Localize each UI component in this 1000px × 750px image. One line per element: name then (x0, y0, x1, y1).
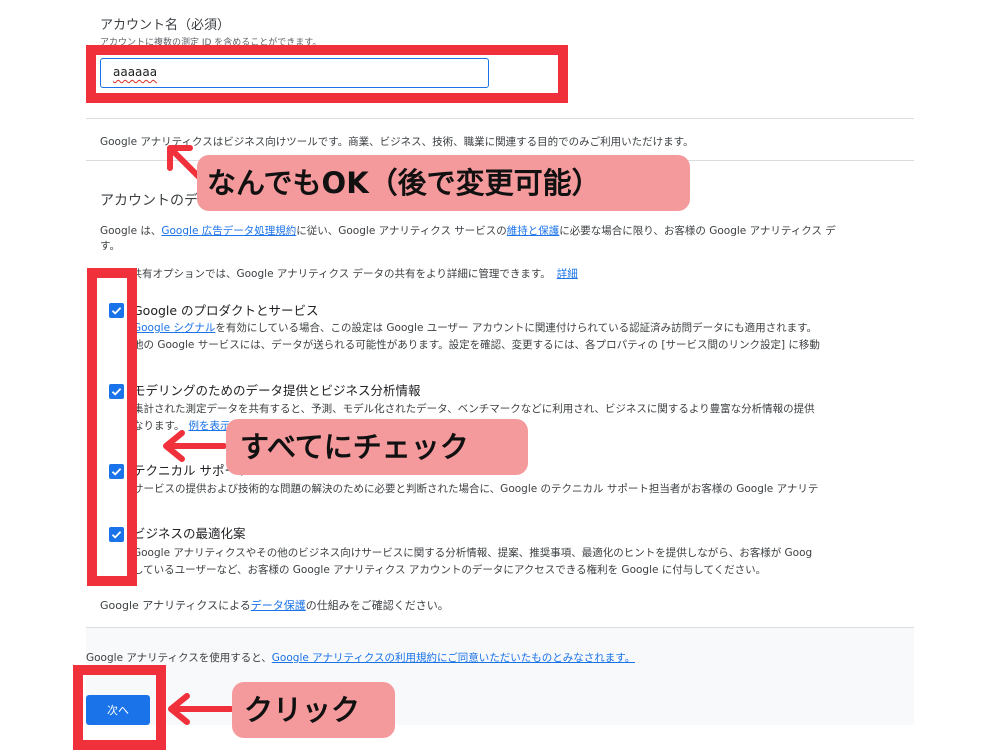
item-desc-google-products: Google シグナルを有効にしている場合、この設定は Google ユーザー … (133, 322, 818, 334)
item-desc2-google-products: 他の Google サービスには、データが送られる可能性があります。設定を確認、… (133, 339, 820, 351)
details-link[interactable]: 詳細 (557, 268, 578, 280)
highlight-next-button (73, 665, 166, 750)
sharing-intro: Google は、Google 広告データ処理規約に従い、Google アナリテ… (100, 225, 836, 237)
data-protection-text: Google アナリティクスによるデータ保護の仕組みをご確認ください。 (100, 599, 449, 612)
callout-name-anything: なんでもOK（後で変更可能） (197, 155, 690, 211)
sharing-intro-line2: す。 (100, 240, 120, 252)
ads-data-terms-link[interactable]: Google 広告データ処理規約 (161, 225, 296, 237)
item-desc-technical-support: サービスの提供および技術的な問題の解決のために必要と判断された場合に、Googl… (133, 483, 819, 495)
settings-panel (86, 0, 914, 725)
data-protection-link[interactable]: データ保護 (251, 599, 306, 612)
callout-check-all: すべてにチェック (226, 419, 528, 475)
highlight-checkboxes (87, 268, 137, 586)
divider (86, 118, 914, 119)
arrow-icon (168, 693, 234, 725)
sharing-options-text: データ共有オプションでは、Google アナリティクス データの共有をより詳細に… (100, 268, 578, 280)
maintenance-protection-link[interactable]: 維持と保護 (507, 225, 560, 237)
item-title-modeling: モデリングのためのデータ提供とビジネス分析情報 (133, 383, 421, 398)
callout-click: クリック (232, 682, 395, 738)
account-name-label: アカウント名（必須） (100, 18, 231, 33)
terms-text: Google アナリティクスを使用すると、Google アナリティクスの利用規約… (86, 652, 636, 664)
item-desc-business-optimization: Google アナリティクスやその他のビジネス向けサービスに関する分析情報、提案… (133, 547, 813, 559)
highlight-name-input (86, 45, 568, 103)
terms-link[interactable]: Google アナリティクスの利用規約にご同意いただいたものとみなされます。 (272, 652, 635, 664)
item-title-google-products: Google のプロダクトとサービス (133, 303, 319, 318)
item-desc-modeling: 集計された測定データを共有すると、予測、モデル化されたデータ、ベンチマークなどに… (133, 403, 815, 415)
google-signals-link[interactable]: Google シグナル (133, 322, 215, 334)
item-title-business-optimization: ビジネスの最適化案 (133, 526, 246, 541)
arrow-icon (163, 430, 227, 462)
item-desc2-business-optimization: しているユーザーなど、お客様の Google アナリティクス アカウントのデータ… (133, 564, 767, 576)
